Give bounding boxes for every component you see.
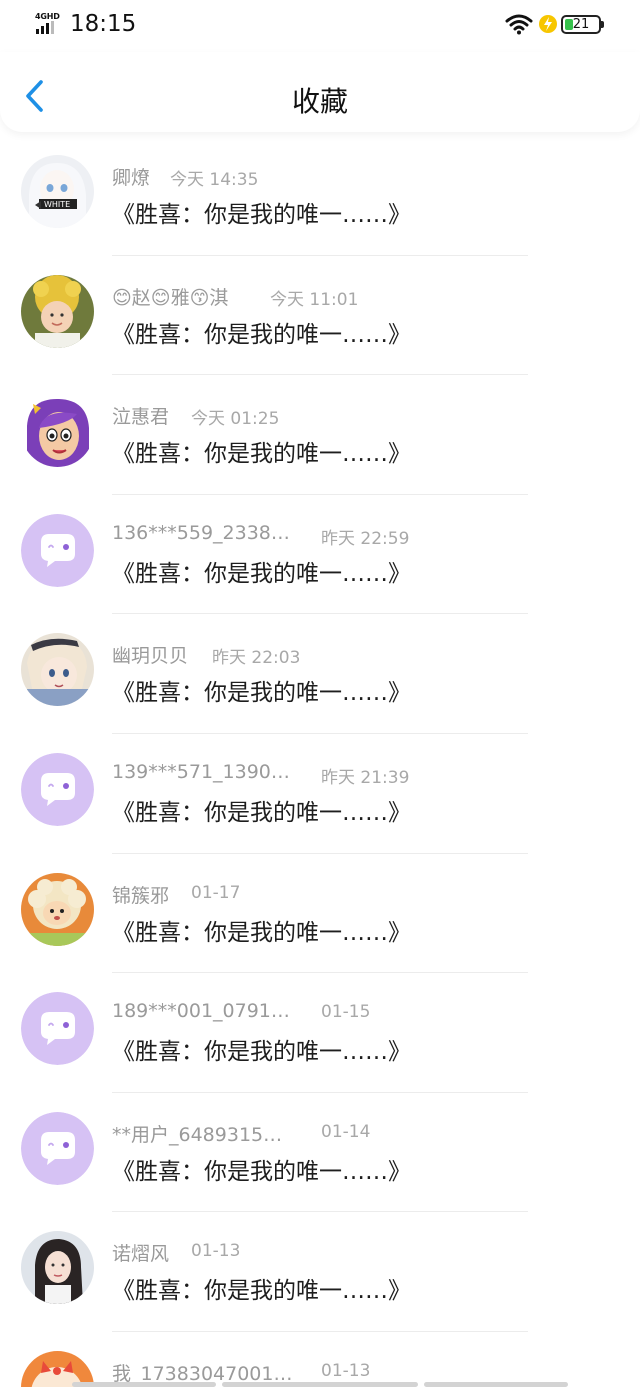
favorite-time: 今天 14:35 <box>170 170 259 190</box>
avatar[interactable] <box>21 752 94 826</box>
favorite-title: 《胜喜：你是我的唯一……》 <box>112 919 411 946</box>
home-indicator <box>222 1382 418 1387</box>
list-item[interactable]: 锦簇邪 01-17 《胜喜：你是我的唯一……》 <box>0 854 640 974</box>
home-indicator <box>72 1382 216 1387</box>
avatar[interactable] <box>21 992 94 1066</box>
user-name: 189***001_0791… <box>112 1000 290 1023</box>
list-item[interactable]: 幽玥贝贝 昨天 22:03 《胜喜：你是我的唯一……》 <box>0 614 640 734</box>
avatar[interactable] <box>21 872 94 946</box>
user-name: 卿燎 <box>112 167 151 189</box>
nav-bar: 收藏 <box>0 52 640 132</box>
list-item[interactable]: 诺熠风 01-13 《胜喜：你是我的唯一……》 <box>0 1212 640 1332</box>
user-name: 锦簇邪 <box>112 884 170 907</box>
avatar[interactable] <box>21 633 94 707</box>
list-item[interactable]: 189***001_0791… 01-15 《胜喜：你是我的唯一……》 <box>0 973 640 1093</box>
list-item[interactable]: **用户_6489315… 01-14 《胜喜：你是我的唯一……》 <box>0 1093 640 1213</box>
default-avatar-icon <box>21 513 94 587</box>
user-name: 139***571_1390… <box>112 760 290 783</box>
list-item[interactable]: 😊赵😊雅😙淇 今天 11:01 《胜喜：你是我的唯一……》 <box>0 256 640 376</box>
favorite-title: 《胜喜：你是我的唯一……》 <box>112 202 411 228</box>
favorite-time: 01-15 <box>321 1002 371 1023</box>
page-title: 收藏 <box>291 85 348 118</box>
charging-icon <box>539 15 557 33</box>
avatar[interactable] <box>21 1231 94 1305</box>
avatar[interactable]: WHITE <box>21 155 94 228</box>
default-avatar-icon <box>21 1111 94 1185</box>
avatar[interactable] <box>21 513 94 587</box>
favorite-title: 《胜喜：你是我的唯一……》 <box>112 1158 411 1185</box>
favorite-title: 《胜喜：你是我的唯一……》 <box>112 441 411 468</box>
favorite-time: 01-17 <box>191 882 241 903</box>
favorite-time: 昨天 22:59 <box>321 528 410 549</box>
favorite-time: 01-13 <box>321 1360 371 1381</box>
avatar[interactable] <box>21 394 94 468</box>
battery-icon: 21 <box>561 15 601 34</box>
favorite-time: 昨天 22:03 <box>212 648 301 669</box>
home-indicator <box>424 1382 568 1387</box>
list-item[interactable]: 136***559_2338… 昨天 22:59 《胜喜：你是我的唯一……》 <box>0 495 640 615</box>
list-item[interactable]: 泣惠君 今天 01:25 《胜喜：你是我的唯一……》 <box>0 375 640 495</box>
battery-cap <box>601 21 604 28</box>
battery-level: 21 <box>572 17 590 32</box>
cellular-signal-icon: 4GHD <box>35 12 65 36</box>
user-name: 诺熠风 <box>112 1243 170 1266</box>
svg-text:WHITE: WHITE <box>44 200 70 209</box>
favorite-title: 《胜喜：你是我的唯一……》 <box>112 321 411 348</box>
user-name: 泣惠君 <box>112 406 170 429</box>
list-item[interactable]: WHITE 卿燎 今天 14:35 《胜喜：你是我的唯一……》 <box>0 136 640 256</box>
avatar[interactable] <box>21 1111 94 1185</box>
status-bar: 4GHD 18:15 21 <box>0 0 640 52</box>
favorite-time: 今天 11:01 <box>270 289 359 310</box>
favorite-title: 《胜喜：你是我的唯一……》 <box>112 680 411 707</box>
wifi-icon <box>505 14 533 35</box>
favorite-title: 《胜喜：你是我的唯一……》 <box>112 1278 411 1305</box>
favorite-title: 《胜喜：你是我的唯一……》 <box>112 1039 411 1066</box>
user-name: 😊赵😊雅😙淇 <box>112 286 229 309</box>
user-name: 幽玥贝贝 <box>112 645 189 668</box>
favorite-title: 《胜喜：你是我的唯一……》 <box>112 560 411 587</box>
favorite-time: 01-13 <box>191 1241 241 1262</box>
favorite-time: 01-14 <box>321 1121 371 1142</box>
default-avatar-icon <box>21 992 94 1066</box>
favorite-time: 今天 01:25 <box>191 409 280 430</box>
user-name: 136***559_2338… <box>112 521 290 544</box>
default-avatar-icon <box>21 752 94 826</box>
favorite-time: 昨天 21:39 <box>321 767 410 788</box>
network-type: 4GHD <box>35 12 60 21</box>
favorite-title: 《胜喜：你是我的唯一……》 <box>112 799 411 826</box>
user-name: **用户_6489315… <box>112 1123 283 1146</box>
list-item[interactable]: 139***571_1390… 昨天 21:39 《胜喜：你是我的唯一……》 <box>0 734 640 854</box>
list-item[interactable]: 我_17383047001… 01-13 <box>0 1332 640 1387</box>
favorites-list: WHITE 卿燎 今天 14:35 《胜喜：你是我的唯一……》 😊赵😊雅😙淇 今… <box>0 136 640 1387</box>
status-time: 18:15 <box>70 11 137 37</box>
avatar[interactable] <box>21 274 94 348</box>
